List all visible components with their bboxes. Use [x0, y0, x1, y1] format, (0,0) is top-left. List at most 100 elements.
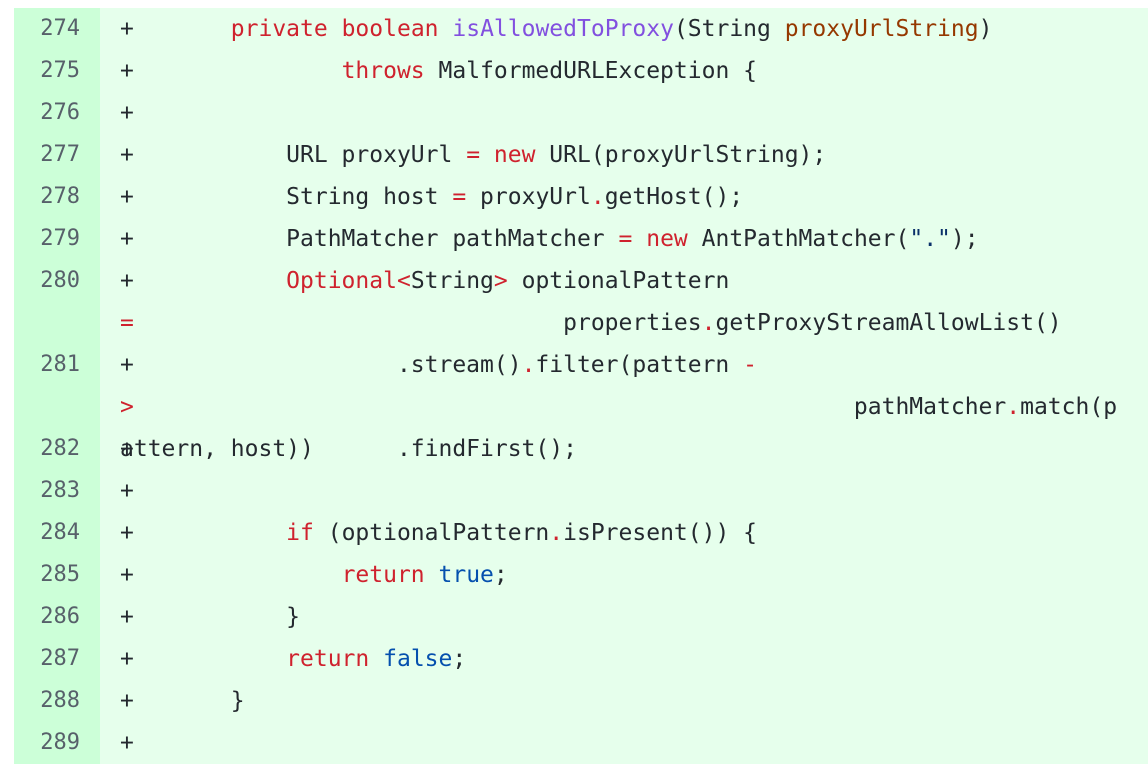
code-text: }: [120, 680, 1130, 722]
diff-line[interactable]: 285 + return true;: [14, 554, 1148, 596]
code-token: }: [147, 688, 245, 714]
code-text: throws MalformedURLException {: [120, 50, 1130, 92]
diff-line[interactable]: 283 +: [14, 470, 1148, 512]
code-token: .stream(): [147, 352, 522, 378]
code-token: .: [549, 520, 564, 546]
code-text: if (optionalPattern.isPresent()) {: [120, 512, 1130, 554]
code-token: .: [701, 310, 716, 336]
code-token: String host: [147, 184, 453, 210]
line-number[interactable]: 288: [14, 680, 80, 722]
code-token: =: [452, 184, 467, 210]
diff-line[interactable]: 276 +: [14, 92, 1148, 134]
code-token: ;: [452, 646, 467, 672]
code-token: return: [286, 646, 370, 672]
code-token: private: [230, 16, 328, 42]
line-number[interactable]: 280: [14, 260, 80, 302]
code-token: MalformedURLException {: [424, 58, 758, 84]
line-number[interactable]: 275: [14, 50, 80, 92]
code-token: proxyUrl: [466, 184, 591, 210]
code-text: URL proxyUrl = new URL(proxyUrlString);: [120, 134, 1130, 176]
code-text: String host = proxyUrl.getHost();: [120, 176, 1130, 218]
code-token: optionalPattern: [507, 268, 744, 294]
diff-line[interactable]: 274 + private boolean isAllowedToProxy(St…: [14, 8, 1148, 50]
addition-marker: +: [120, 478, 134, 504]
code-token: isPresent()) {: [563, 520, 758, 546]
code-token: getHost();: [604, 184, 744, 210]
code-token: return: [341, 562, 425, 588]
code-token: );: [950, 226, 979, 252]
code-token: .findFirst();: [147, 436, 577, 462]
code-token: (optionalPattern: [313, 520, 550, 546]
diff-line[interactable]: 277 + URL proxyUrl = new URL(proxyUrlStri…: [14, 134, 1148, 176]
code-token: proxyUrlString: [784, 16, 979, 42]
code-token: URL(proxyUrlString);: [535, 142, 827, 168]
code-token: =: [618, 226, 633, 252]
line-number[interactable]: 283: [14, 470, 80, 512]
code-text: Optional<String> optionalPattern = prope…: [120, 260, 1130, 344]
line-number[interactable]: 279: [14, 218, 80, 260]
line-number[interactable]: 278: [14, 176, 80, 218]
diff-line[interactable]: 282 + .findFirst();: [14, 428, 1148, 470]
code-lines: 274 + private boolean isAllowedToProxy(St…: [14, 8, 1148, 764]
code-token: (String: [673, 16, 785, 42]
line-number[interactable]: 277: [14, 134, 80, 176]
code-token: ): [978, 16, 993, 42]
code-token: <: [396, 268, 411, 294]
code-token: boolean: [341, 16, 439, 42]
code-token: if: [286, 520, 314, 546]
code-token: .: [1006, 394, 1021, 420]
diff-line[interactable]: 288 + }: [14, 680, 1148, 722]
code-token: String: [410, 268, 494, 294]
code-text: }: [120, 596, 1130, 638]
code-token: getProxyStreamAllowList(): [715, 310, 1062, 336]
diff-line[interactable]: 284 + if (optionalPattern.isPresent()) {: [14, 512, 1148, 554]
code-token: >: [493, 268, 508, 294]
code-token: throws: [341, 58, 425, 84]
line-number[interactable]: 285: [14, 554, 80, 596]
diff-line[interactable]: 275 + throws MalformedURLException {: [14, 50, 1148, 92]
line-number[interactable]: 282: [14, 428, 80, 470]
diff-line[interactable]: 278 + String host = proxyUrl.getHost();: [14, 176, 1148, 218]
code-token: ".": [909, 226, 951, 252]
line-number[interactable]: 281: [14, 344, 80, 386]
line-number[interactable]: 286: [14, 596, 80, 638]
code-token: .: [590, 184, 605, 210]
code-text: private boolean isAllowedToProxy(String …: [120, 8, 1130, 50]
line-number[interactable]: 289: [14, 722, 80, 764]
line-number[interactable]: 287: [14, 638, 80, 680]
diff-line[interactable]: 287 + return false;: [14, 638, 1148, 680]
line-number[interactable]: 276: [14, 92, 80, 134]
code-token: .: [521, 352, 536, 378]
code-token: true: [438, 562, 494, 588]
code-token: PathMatcher pathMatcher: [147, 226, 619, 252]
diff-line[interactable]: 289 +: [14, 722, 1148, 764]
diff-line[interactable]: 281 + .stream().filter(pattern -> pathMat…: [14, 344, 1148, 462]
code-token: false: [383, 646, 453, 672]
code-token: =: [466, 142, 481, 168]
code-text: PathMatcher pathMatcher = new AntPathMat…: [120, 218, 1130, 260]
addition-marker: +: [120, 100, 134, 126]
line-number[interactable]: 284: [14, 512, 80, 554]
code-text: return false;: [120, 638, 1130, 680]
code-token: =: [120, 310, 134, 336]
code-token: new: [493, 142, 536, 168]
diff-line[interactable]: 286 + }: [14, 596, 1148, 638]
code-token: pathMatcher: [853, 394, 1007, 420]
code-token: isAllowedToProxy: [452, 16, 674, 42]
diff-line[interactable]: 280 + Optional<String> optionalPattern = …: [14, 260, 1148, 344]
diff-line[interactable]: 279 + PathMatcher pathMatcher = new AntPa…: [14, 218, 1148, 260]
code-token: Optional: [286, 268, 397, 294]
line-number[interactable]: 274: [14, 8, 80, 50]
code-token: new: [646, 226, 688, 252]
